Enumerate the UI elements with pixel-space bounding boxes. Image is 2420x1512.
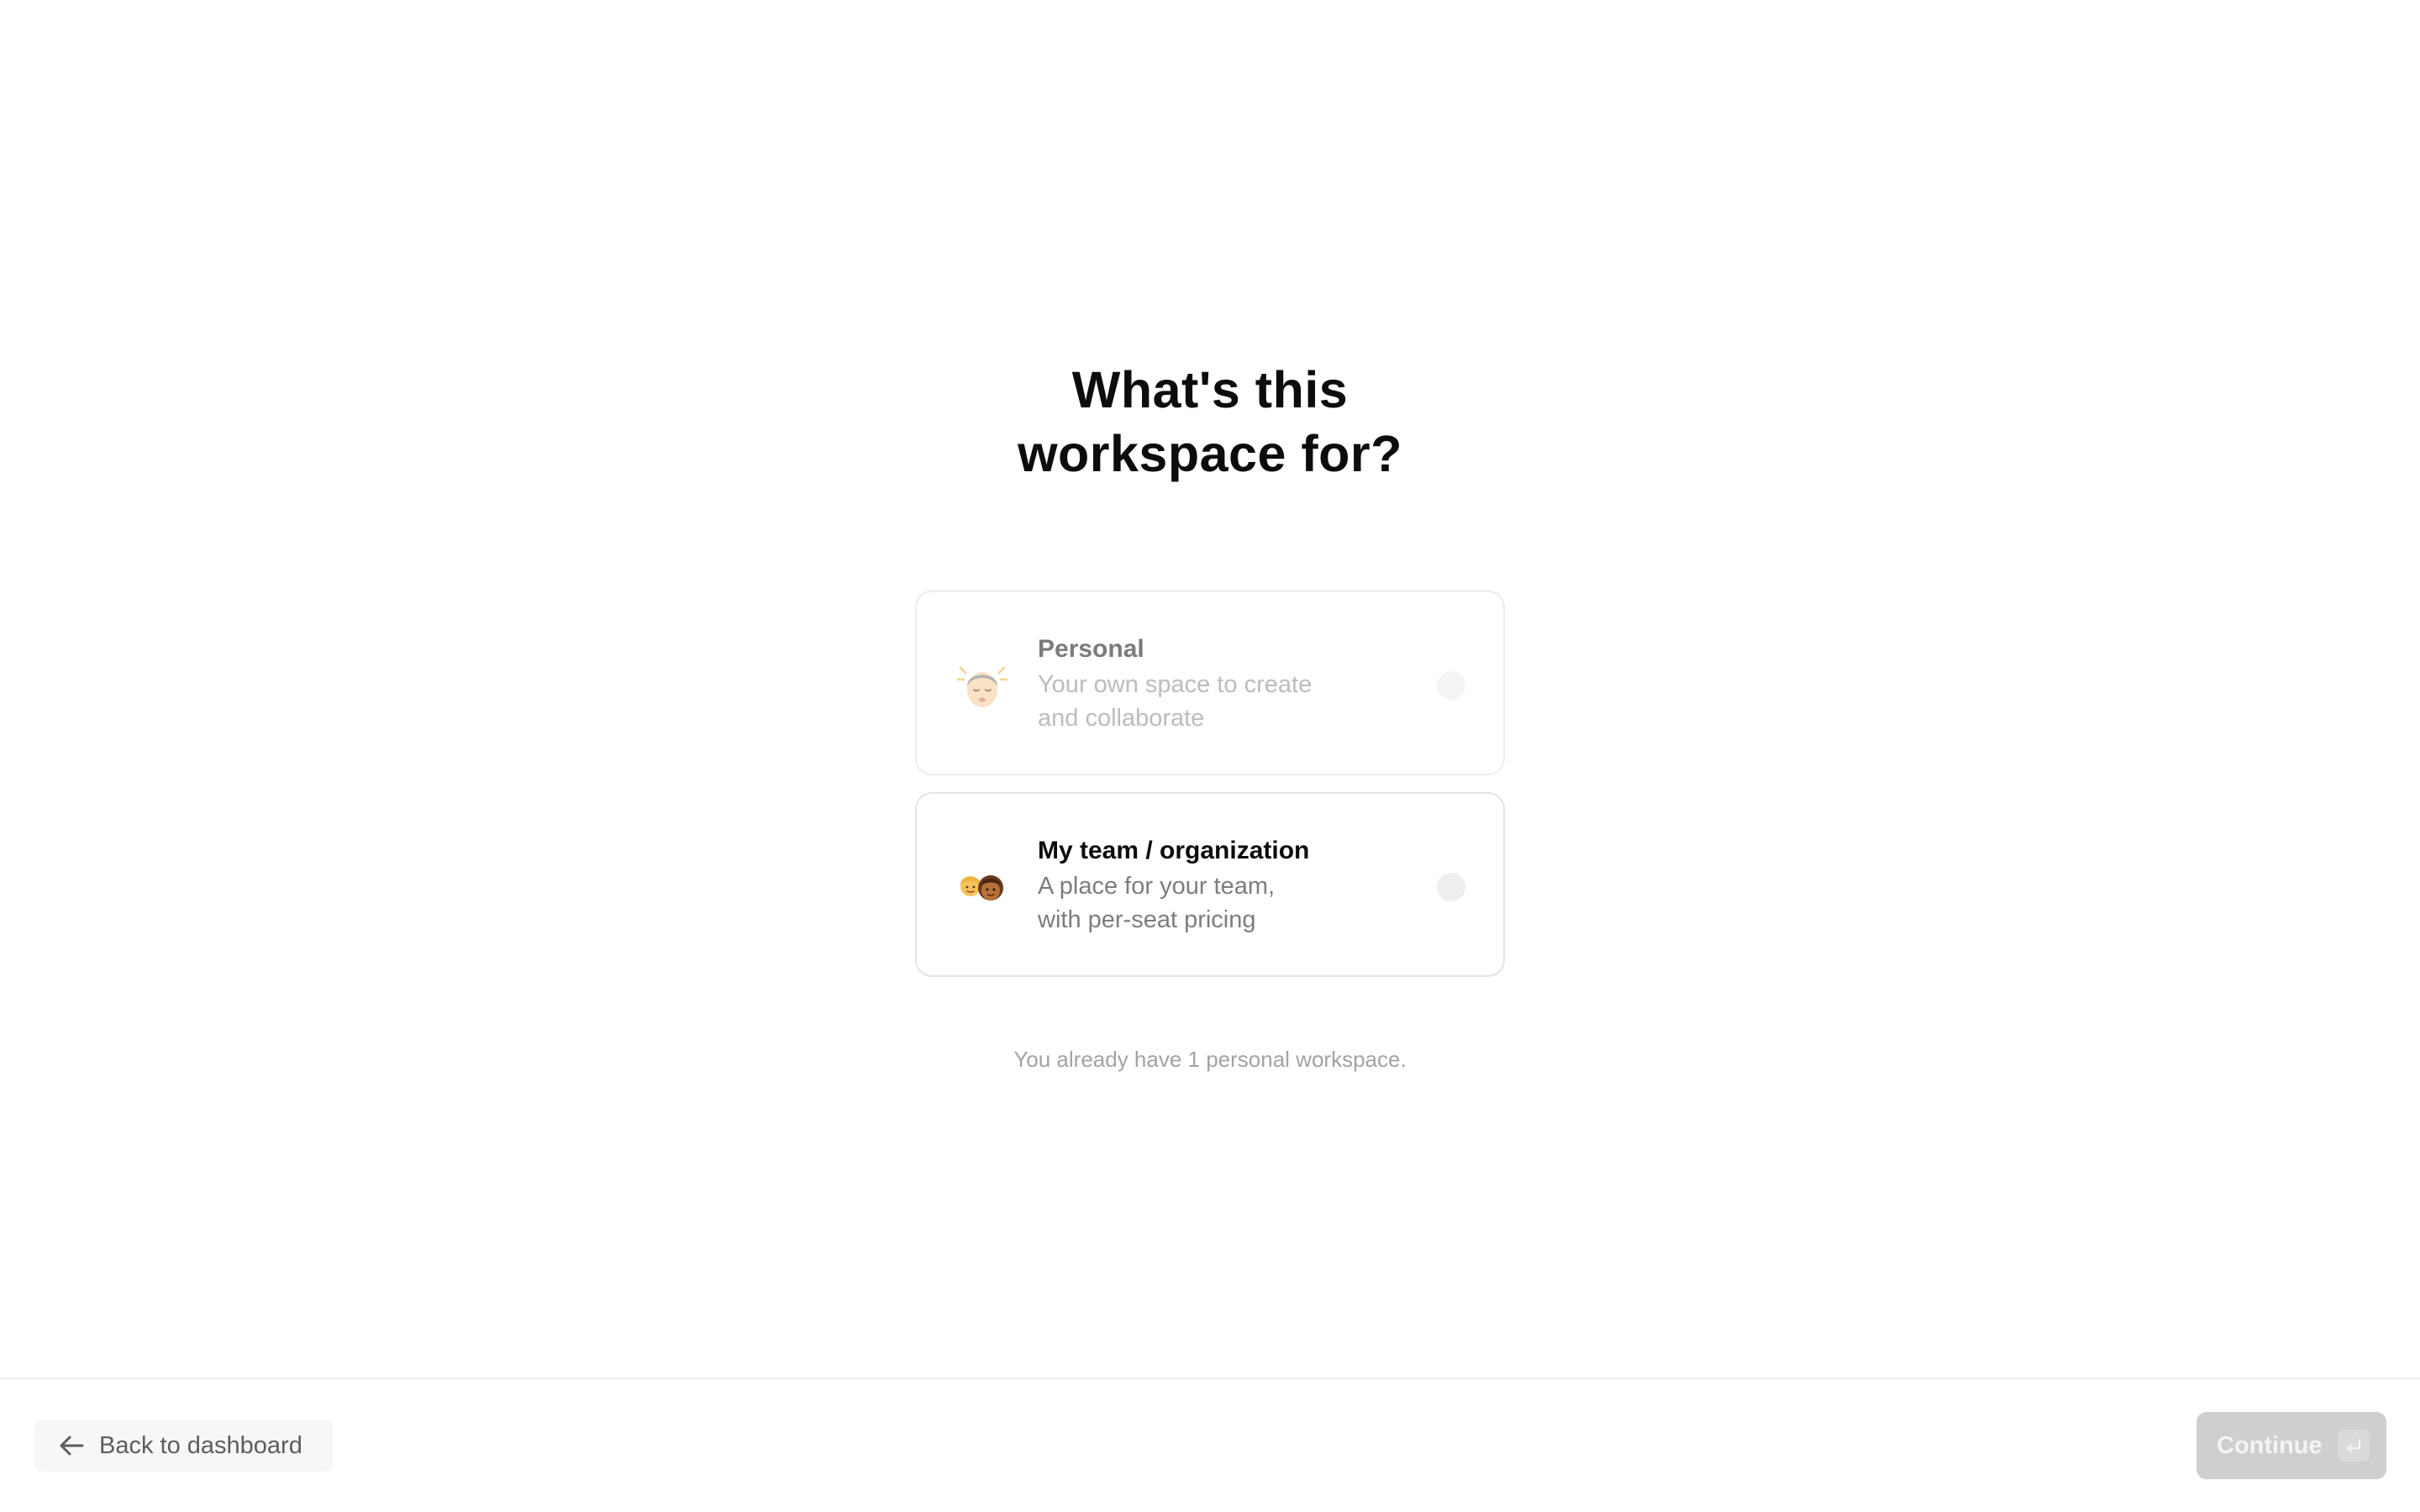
page-title-line-1: What's this (1071, 361, 1349, 418)
option-team-description-line-1: A place for your team, (1038, 873, 1276, 900)
back-to-dashboard-button[interactable]: Back to dashboard (34, 1420, 333, 1472)
option-personal[interactable]: Personal Your own space to create and co… (915, 591, 1505, 775)
arrow-left-icon (60, 1436, 84, 1456)
option-personal-text: Personal Your own space to create and co… (1038, 633, 1391, 735)
option-team[interactable]: My team / organization A place for your … (915, 792, 1505, 977)
footer-divider (0, 1378, 2420, 1379)
option-personal-description: Your own space to create and collaborate (1038, 668, 1391, 735)
option-team-description: A place for your team, with per-seat pri… (1038, 869, 1391, 937)
person-emoji-icon (956, 666, 1008, 707)
option-team-text: My team / organization A place for your … (1038, 834, 1391, 937)
continue-label: Continue (2217, 1431, 2323, 1459)
option-personal-description-line-2: and collaborate (1038, 705, 1205, 732)
continue-button[interactable]: Continue (2196, 1412, 2386, 1479)
existing-workspace-note: You already have 1 personal workspace. (1013, 1047, 1407, 1072)
option-personal-title: Personal (1038, 635, 1144, 663)
workspace-type-page: What's this workspace for? Personal Your… (0, 0, 2420, 1512)
option-personal-description-line-1: Your own space to create (1038, 671, 1313, 698)
option-personal-radio[interactable] (1437, 671, 1465, 700)
team-emoji-icon (960, 875, 1003, 900)
option-team-radio[interactable] (1437, 873, 1465, 901)
option-team-description-line-2: with per-seat pricing (1038, 906, 1256, 933)
back-to-dashboard-label: Back to dashboard (99, 1431, 302, 1459)
option-team-title: My team / organization (1038, 837, 1310, 864)
page-title-line-2: workspace for? (1018, 425, 1402, 482)
enter-key-icon (2337, 1430, 2370, 1462)
page-title: What's this workspace for? (0, 358, 2420, 486)
